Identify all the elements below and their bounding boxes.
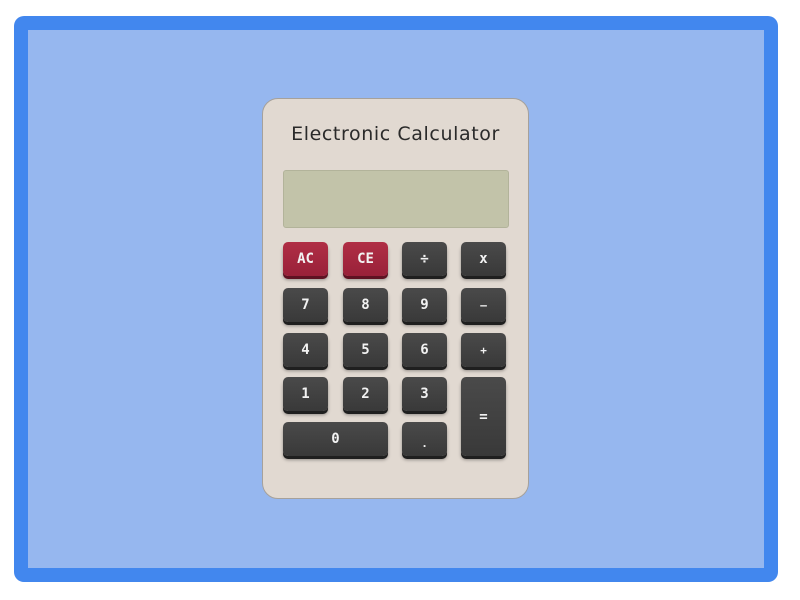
digit-9-button[interactable]: 9	[402, 288, 447, 322]
equals-button[interactable]: =	[461, 377, 506, 456]
divide-button[interactable]: ÷	[402, 242, 447, 276]
digit-5-button[interactable]: 5	[343, 333, 388, 367]
decimal-button[interactable]: .	[402, 422, 447, 456]
clear-entry-button[interactable]: CE	[343, 242, 388, 276]
minus-button[interactable]: –	[461, 288, 506, 322]
digit-6-button[interactable]: 6	[402, 333, 447, 367]
calculator: Electronic Calculator AC CE ÷ x 7 8 9 – …	[262, 98, 529, 499]
digit-7-button[interactable]: 7	[283, 288, 328, 322]
digit-2-button[interactable]: 2	[343, 377, 388, 411]
calculator-display	[283, 170, 509, 228]
digit-3-button[interactable]: 3	[402, 377, 447, 411]
digit-8-button[interactable]: 8	[343, 288, 388, 322]
digit-4-button[interactable]: 4	[283, 333, 328, 367]
digit-1-button[interactable]: 1	[283, 377, 328, 411]
plus-button[interactable]: +	[461, 333, 506, 367]
multiply-button[interactable]: x	[461, 242, 506, 276]
calculator-title: Electronic Calculator	[291, 123, 500, 145]
clear-all-button[interactable]: AC	[283, 242, 328, 276]
digit-0-button[interactable]: 0	[283, 422, 388, 456]
